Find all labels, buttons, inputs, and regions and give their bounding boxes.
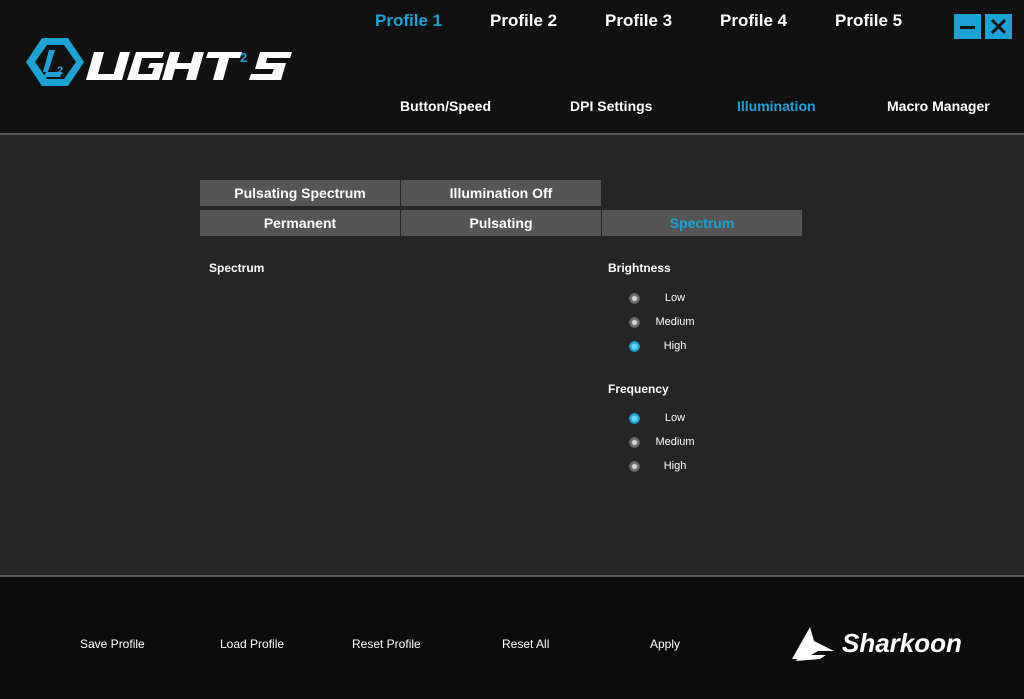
minimize-icon bbox=[960, 26, 975, 29]
mode-illumination-off-button[interactable]: Illumination Off bbox=[401, 180, 601, 206]
reset-all-button[interactable]: Reset All bbox=[502, 637, 549, 651]
radio-button[interactable] bbox=[629, 293, 640, 304]
spectrum-section-title: Spectrum bbox=[209, 261, 265, 275]
brightness-high-option[interactable]: High bbox=[629, 339, 709, 355]
brightness-medium-option[interactable]: Medium bbox=[629, 315, 709, 331]
mode-spectrum-button[interactable]: Spectrum bbox=[602, 210, 802, 236]
mode-pulsating-button[interactable]: Pulsating bbox=[401, 210, 601, 236]
sharkoon-logo: Sharkoon bbox=[792, 627, 962, 661]
tab-profile-5[interactable]: Profile 5 bbox=[835, 11, 902, 31]
frequency-low-option[interactable]: Low bbox=[629, 411, 709, 427]
radio-button-selected[interactable] bbox=[629, 413, 640, 424]
save-profile-button[interactable]: Save Profile bbox=[80, 637, 145, 651]
svg-text:2: 2 bbox=[57, 65, 63, 77]
tab-illumination[interactable]: Illumination bbox=[737, 98, 816, 114]
frequency-high-option[interactable]: High bbox=[629, 459, 709, 475]
mode-permanent-button[interactable]: Permanent bbox=[200, 210, 400, 236]
close-button[interactable] bbox=[985, 14, 1012, 39]
radio-label: High bbox=[663, 340, 687, 352]
tab-profile-3[interactable]: Profile 3 bbox=[605, 11, 672, 31]
tab-dpi-settings[interactable]: DPI Settings bbox=[570, 98, 652, 114]
svg-text:2: 2 bbox=[240, 50, 247, 65]
header: 2 2 Profile 1 Profile 2 Profile 3 Profil… bbox=[0, 0, 1024, 133]
radio-button-selected[interactable] bbox=[629, 341, 640, 352]
radio-label: High bbox=[663, 460, 687, 472]
radio-label: Medium bbox=[655, 316, 695, 328]
minimize-button[interactable] bbox=[954, 14, 981, 39]
tab-profile-1[interactable]: Profile 1 bbox=[375, 11, 442, 31]
light2s-logo: 2 2 bbox=[26, 38, 292, 86]
radio-button[interactable] bbox=[629, 317, 640, 328]
frequency-label: Frequency bbox=[608, 382, 669, 396]
radio-label: Low bbox=[664, 412, 686, 424]
radio-label: Low bbox=[664, 292, 686, 304]
svg-text:Sharkoon: Sharkoon bbox=[842, 628, 962, 658]
apply-button[interactable]: Apply bbox=[650, 637, 680, 651]
tab-macro-manager[interactable]: Macro Manager bbox=[887, 98, 990, 114]
tab-profile-2[interactable]: Profile 2 bbox=[490, 11, 557, 31]
close-icon bbox=[990, 18, 1007, 35]
radio-button[interactable] bbox=[629, 461, 640, 472]
tab-profile-4[interactable]: Profile 4 bbox=[720, 11, 787, 31]
radio-label: Medium bbox=[655, 436, 695, 448]
brightness-low-option[interactable]: Low bbox=[629, 291, 709, 307]
brightness-label: Brightness bbox=[608, 261, 671, 275]
frequency-medium-option[interactable]: Medium bbox=[629, 435, 709, 451]
radio-button[interactable] bbox=[629, 437, 640, 448]
mode-pulsating-spectrum-button[interactable]: Pulsating Spectrum bbox=[200, 180, 400, 206]
tab-button-speed[interactable]: Button/Speed bbox=[400, 98, 491, 114]
reset-profile-button[interactable]: Reset Profile bbox=[352, 637, 421, 651]
load-profile-button[interactable]: Load Profile bbox=[220, 637, 284, 651]
